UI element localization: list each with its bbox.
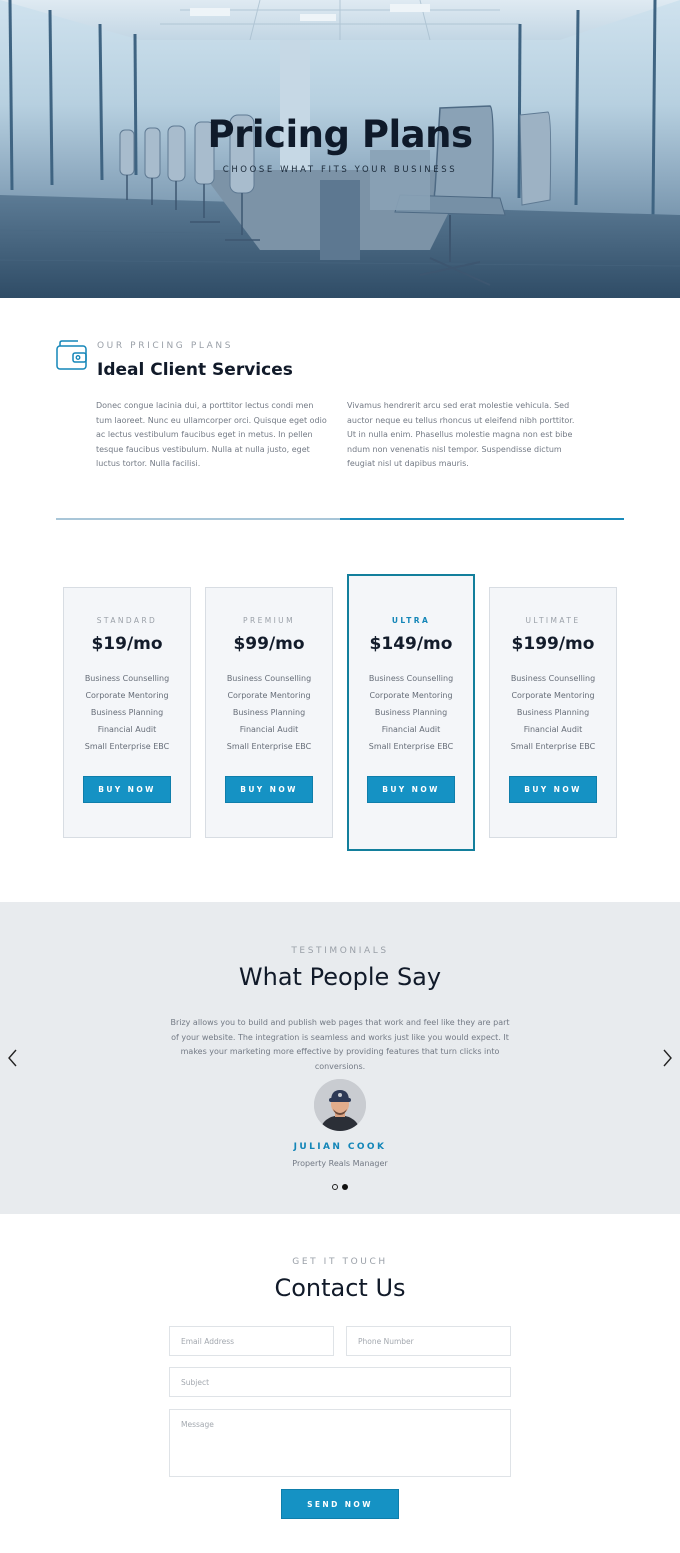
slider-dot-2[interactable] (342, 1184, 348, 1190)
plan-features: Business Counselling Corporate Mentoring… (206, 670, 332, 755)
contact-eyebrow: GET IT TOUCH (292, 1257, 388, 1267)
services-paragraph-left: Donec congue lacinia dui, a porttitor le… (96, 401, 327, 469)
hero-banner: Pricing Plans CHOOSE WHAT FITS YOUR BUSI… (0, 0, 680, 298)
feature-item: Business Counselling (368, 674, 454, 683)
feature-item: Business Planning (374, 708, 448, 717)
feature-item: Business Counselling (510, 674, 596, 683)
feature-item: Business Planning (516, 708, 590, 717)
testimonial-quote: Brizy allows you to build and publish we… (170, 1018, 510, 1071)
page-subtitle: CHOOSE WHAT FITS YOUR BUSINESS (222, 165, 458, 175)
plan-name: ULTIMATE (525, 616, 581, 625)
feature-item: Business Counselling (84, 674, 170, 683)
subject-field[interactable] (169, 1367, 511, 1397)
plan-price: $199/mo (511, 634, 595, 654)
divider-right (340, 518, 624, 520)
testimonials-eyebrow: TESTIMONIALS (291, 946, 389, 956)
testimonial-author-name: JULIAN COOK (293, 1142, 387, 1152)
feature-item: Financial Audit (381, 725, 441, 734)
services-paragraph-right: Vivamus hendrerit arcu sed erat molestie… (347, 401, 575, 469)
feature-item: Small Enterprise EBC (368, 742, 454, 751)
plan-name: STANDARD (96, 616, 158, 625)
feature-item: Business Planning (232, 708, 306, 717)
pricing-card-ultimate: ULTIMATE $199/mo Business Counselling Co… (489, 587, 617, 838)
slider-dot-1[interactable] (332, 1184, 338, 1190)
buy-now-button-premium[interactable]: BUY NOW (225, 776, 313, 803)
message-field[interactable] (169, 1409, 511, 1477)
buy-now-button-ultra[interactable]: BUY NOW (367, 776, 455, 803)
send-now-button[interactable]: SEND NOW (281, 1489, 399, 1519)
feature-item: Financial Audit (239, 725, 299, 734)
feature-item: Financial Audit (97, 725, 157, 734)
plan-price: $99/mo (233, 634, 305, 654)
buy-now-button-standard[interactable]: BUY NOW (83, 776, 171, 803)
chevron-right-icon[interactable] (661, 1047, 675, 1069)
email-field[interactable] (169, 1326, 334, 1356)
testimonials-title: What People Say (238, 963, 442, 991)
pricing-card-premium: PREMIUM $99/mo Business Counselling Corp… (205, 587, 333, 838)
plan-name: ULTRA (391, 616, 431, 625)
pricing-card-ultra: ULTRA $149/mo Business Counselling Corpo… (347, 574, 475, 851)
plan-price: $149/mo (369, 634, 453, 654)
feature-item: Corporate Mentoring (369, 691, 453, 700)
feature-item: Small Enterprise EBC (226, 742, 312, 751)
feature-item: Corporate Mentoring (85, 691, 169, 700)
services-eyebrow: OUR PRICING PLANS (97, 341, 234, 351)
feature-item: Corporate Mentoring (511, 691, 595, 700)
wallet-icon (56, 340, 87, 370)
feature-item: Business Counselling (226, 674, 312, 683)
feature-item: Small Enterprise EBC (510, 742, 596, 751)
plan-features: Business Counselling Corporate Mentoring… (349, 670, 473, 755)
avatar (314, 1079, 366, 1131)
divider-left (56, 518, 340, 520)
feature-item: Business Planning (90, 708, 164, 717)
feature-item: Corporate Mentoring (227, 691, 311, 700)
plan-features: Business Counselling Corporate Mentoring… (64, 670, 190, 755)
services-title: Ideal Client Services (97, 360, 293, 380)
chevron-left-icon[interactable] (5, 1047, 19, 1069)
plan-price: $19/mo (91, 634, 163, 654)
testimonials-section: TESTIMONIALS What People Say Brizy allow… (0, 902, 680, 1214)
plan-name: PREMIUM (243, 616, 295, 625)
feature-item: Financial Audit (523, 725, 583, 734)
feature-item: Small Enterprise EBC (84, 742, 170, 751)
testimonial-author-role: Property Reals Manager (292, 1159, 388, 1168)
page-title: Pricing Plans (207, 113, 473, 156)
phone-field[interactable] (346, 1326, 511, 1356)
plan-features: Business Counselling Corporate Mentoring… (490, 670, 616, 755)
pricing-card-standard: STANDARD $19/mo Business Counselling Cor… (63, 587, 191, 838)
buy-now-button-ultimate[interactable]: BUY NOW (509, 776, 597, 803)
contact-title: Contact Us (274, 1274, 406, 1302)
